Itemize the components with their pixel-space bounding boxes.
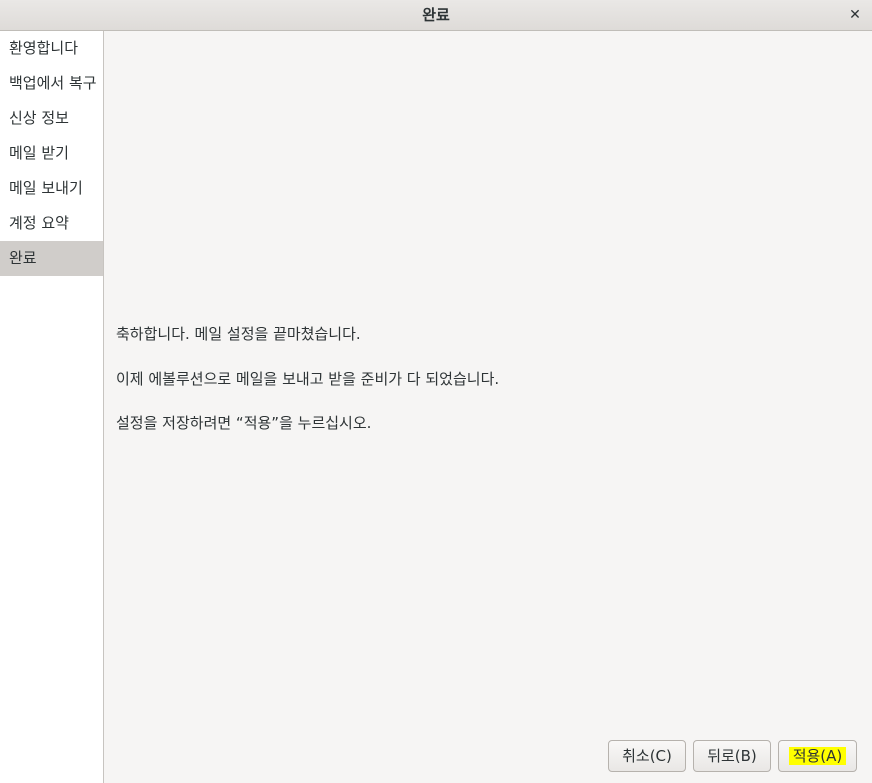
ready-message: 이제 에볼루션으로 메일을 보내고 받을 준비가 다 되었습니다.	[116, 370, 500, 388]
apply-instruction: 설정을 저장하려면 “적용”을 누르십시오.	[116, 414, 372, 432]
sidebar-item-welcome[interactable]: 환영합니다	[0, 31, 103, 66]
window-title: 완료	[422, 6, 450, 24]
congrats-message: 축하합니다. 메일 설정을 끝마쳤습니다.	[116, 325, 361, 343]
back-button[interactable]: 뒤로(B)	[693, 740, 771, 772]
sidebar-item-sending-email[interactable]: 메일 보내기	[0, 171, 103, 206]
sidebar-item-account-summary[interactable]: 계정 요약	[0, 206, 103, 241]
title-bar: 완료 ✕	[0, 0, 872, 31]
apply-button[interactable]: 적용(A)	[778, 740, 857, 772]
sidebar-item-identity[interactable]: 신상 정보	[0, 101, 103, 136]
sidebar-item-done[interactable]: 완료	[0, 241, 103, 276]
apply-button-label: 적용(A)	[788, 747, 847, 765]
assistant-window: 완료 ✕ 환영합니다 백업에서 복구 신상 정보 메일 받기 메일 보내기 계정…	[0, 0, 872, 783]
sidebar-item-restore-from-backup[interactable]: 백업에서 복구	[0, 66, 103, 101]
cancel-button[interactable]: 취소(C)	[608, 740, 686, 772]
main-content: 축하합니다. 메일 설정을 끝마쳤습니다. 이제 에볼루션으로 메일을 보내고 …	[104, 31, 872, 783]
sidebar-item-receiving-email[interactable]: 메일 받기	[0, 136, 103, 171]
sidebar: 환영합니다 백업에서 복구 신상 정보 메일 받기 메일 보내기 계정 요약 완…	[0, 31, 104, 783]
close-icon[interactable]: ✕	[844, 4, 866, 26]
